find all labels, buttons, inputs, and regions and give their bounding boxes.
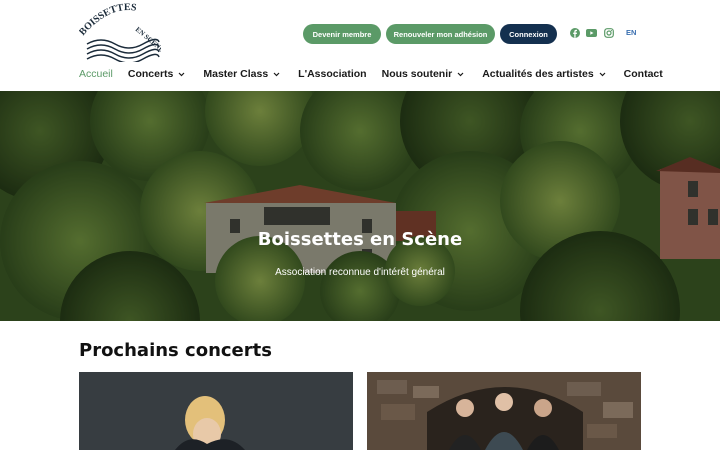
social-links — [569, 27, 620, 38]
instagram-icon[interactable] — [603, 27, 614, 38]
logo-text-right: EN SCÈNE — [134, 25, 161, 54]
hero-subtitle: Association reconnue d'intérêt général — [275, 267, 445, 278]
site-logo[interactable]: BOISSETTES EN SCÈNE — [79, 2, 161, 62]
nav-item-label: Concerts — [127, 68, 174, 80]
chevron-down-icon — [178, 72, 185, 77]
nav-item-concerts[interactable]: Concerts — [128, 68, 186, 80]
nav-item-nous-soutenir[interactable]: Nous soutenir — [382, 68, 465, 80]
login-button[interactable]: Connexion — [500, 24, 557, 44]
site-header: BOISSETTES EN SCÈNE Devenir membre Renou… — [0, 0, 720, 91]
hero-title: Boissettes en Scène — [257, 229, 463, 250]
logo-text-top: BOISSETTES — [79, 2, 138, 38]
youtube-icon[interactable] — [586, 27, 597, 38]
section-title: Prochains concerts — [79, 340, 272, 361]
concert-image-pianist — [79, 372, 353, 450]
nav-item-label: Accueil — [79, 68, 113, 80]
chevron-down-icon — [599, 72, 606, 77]
nav-item-contact[interactable]: Contact — [624, 68, 663, 80]
nav-item-label: Contact — [623, 68, 663, 80]
chevron-down-icon — [273, 72, 280, 77]
nav-item-label: L'Association — [298, 68, 367, 80]
svg-text:BOISSETTES: BOISSETTES — [79, 2, 138, 38]
hero-banner: Boissettes en Scène Association reconnue… — [0, 91, 720, 321]
nav-item-master-class[interactable]: Master Class — [203, 68, 280, 80]
hero-overlay — [0, 91, 720, 321]
nav-item-accueil[interactable]: Accueil — [79, 68, 113, 80]
nav-item-association[interactable]: L'Association — [298, 68, 366, 80]
concert-card[interactable] — [79, 372, 353, 450]
concert-card[interactable] — [367, 372, 641, 450]
concert-image-trio — [367, 372, 641, 450]
nav-item-actualites[interactable]: Actualités des artistes — [482, 68, 606, 80]
nav-item-label: Master Class — [203, 68, 269, 80]
main-nav: Accueil Concerts Master Class L'Associat… — [79, 66, 663, 82]
renew-membership-button[interactable]: Renouveler mon adhésion — [386, 24, 495, 44]
facebook-icon[interactable] — [569, 27, 580, 38]
become-member-button[interactable]: Devenir membre — [303, 24, 381, 44]
header-actions: Devenir membre Renouveler mon adhésion C… — [303, 24, 562, 44]
language-switch[interactable]: EN — [626, 28, 636, 37]
chevron-down-icon — [457, 72, 464, 77]
nav-item-label: Nous soutenir — [381, 68, 453, 80]
logo-graphic: BOISSETTES EN SCÈNE — [79, 2, 161, 62]
nav-item-label: Actualités des artistes — [482, 68, 594, 80]
